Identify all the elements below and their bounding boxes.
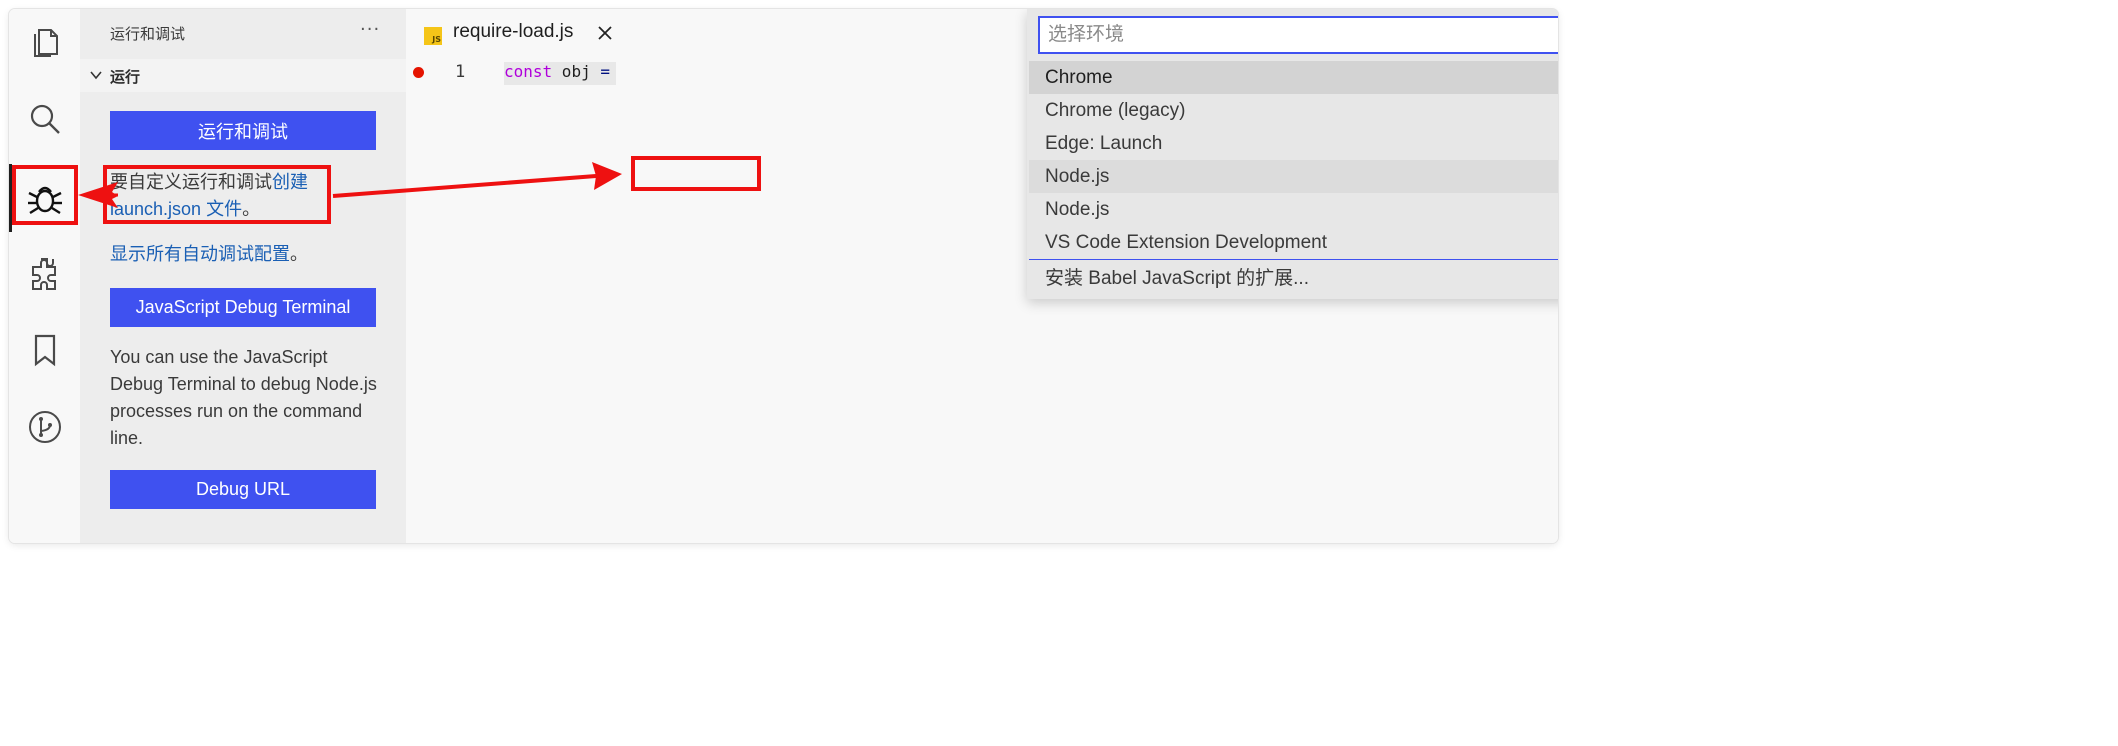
code-identifier: obj <box>552 62 601 81</box>
files-icon <box>33 29 58 57</box>
section-run-title: 运行 <box>110 68 141 86</box>
extensions-icon <box>31 258 56 290</box>
env-item-chrome[interactable]: Chrome <box>1029 61 1558 94</box>
run-debug-button[interactable] <box>21 173 68 223</box>
sidebar-title: 运行和调试 <box>110 25 186 43</box>
create-link[interactable]: 创建 <box>272 172 308 192</box>
tab-require-load[interactable]: JS require-load.js <box>406 9 626 59</box>
explorer-button[interactable] <box>21 17 68 67</box>
vscode-window: 运行和调试 ··· 运行 运行和调试 要自定义运行和调试创建 launch.jso… <box>9 9 1558 543</box>
env-item-nodejs[interactable]: Node.js <box>1029 160 1558 193</box>
editor-area: JS require-load.js 1 const obj = Chrome … <box>406 9 1558 543</box>
environment-quick-pick: Chrome Chrome (legacy) Edge: Launch Node… <box>1027 9 1558 299</box>
active-indicator <box>9 164 12 232</box>
show-all-text: 显示所有自动调试配置。 <box>110 241 390 268</box>
git-icon <box>28 411 61 443</box>
js-debug-terminal-button[interactable]: JavaScript Debug Terminal <box>110 288 376 327</box>
line-number: 1 <box>455 62 466 82</box>
bookmark-icon <box>34 334 55 367</box>
breakpoint-dot[interactable] <box>413 67 424 78</box>
terminal-description: You can use the JavaScript Debug Termina… <box>110 347 377 448</box>
js-file-icon: JS <box>424 27 442 45</box>
search-icon <box>30 104 60 134</box>
activity-bar <box>9 9 80 543</box>
sidebar-header: 运行和调试 ··· <box>80 9 406 59</box>
env-item-chrome-legacy[interactable]: Chrome (legacy) <box>1029 94 1558 127</box>
install-babel-extension-item[interactable]: 安装 Babel JavaScript 的扩展... <box>1029 260 1558 293</box>
debug-icon <box>27 186 62 215</box>
customize-label: 要自定义运行和调试 <box>110 172 272 192</box>
code-line[interactable]: const obj = <box>504 62 616 85</box>
chevron-down-icon <box>90 71 102 80</box>
customize-end: 。 <box>242 199 261 219</box>
more-actions-icon[interactable]: ··· <box>360 19 380 40</box>
debug-url-button[interactable]: Debug URL <box>110 470 376 509</box>
code-keyword: const <box>504 62 553 81</box>
env-item-nodejs-2[interactable]: Node.js <box>1029 193 1558 226</box>
environment-search-input[interactable] <box>1038 16 1558 54</box>
source-control-button[interactable] <box>21 402 68 452</box>
bookmarks-button[interactable] <box>21 325 68 375</box>
environment-list: Chrome Chrome (legacy) Edge: Launch Node… <box>1029 61 1558 293</box>
close-icon[interactable] <box>594 22 616 44</box>
customize-text: 要自定义运行和调试创建 launch.json 文件。 <box>110 169 350 223</box>
launch-json-link[interactable]: launch.json 文件 <box>110 199 242 219</box>
run-debug-sidebar: 运行和调试 ··· 运行 运行和调试 要自定义运行和调试创建 launch.jso… <box>80 9 406 543</box>
run-and-debug-button[interactable]: 运行和调试 <box>110 111 376 150</box>
extensions-button[interactable] <box>21 248 68 298</box>
env-item-vscode-ext-dev[interactable]: VS Code Extension Development <box>1029 226 1558 259</box>
env-item-edge-launch[interactable]: Edge: Launch <box>1029 127 1558 160</box>
section-run-header[interactable]: 运行 <box>80 59 406 92</box>
tab-label: require-load.js <box>453 21 574 42</box>
code-operator: = <box>600 62 610 81</box>
show-all-end: 。 <box>290 244 308 264</box>
show-all-configs-link[interactable]: 显示所有自动调试配置 <box>110 244 290 264</box>
search-button[interactable] <box>21 94 68 144</box>
